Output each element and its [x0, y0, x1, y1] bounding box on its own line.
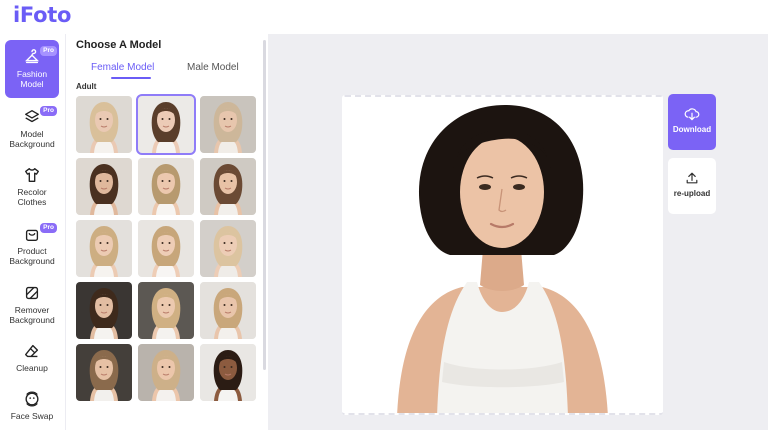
pro-badge: Pro [40, 223, 57, 233]
panel-scrollbar[interactable] [263, 40, 266, 370]
hanger-icon [23, 48, 41, 66]
model-thumbnail[interactable] [76, 158, 132, 215]
remove-bg-icon [23, 284, 41, 302]
section-label-adult: Adult [76, 82, 97, 91]
reupload-button[interactable]: re-upload [668, 158, 716, 214]
tool-label: Face Swap [10, 411, 54, 421]
tool-cleanup[interactable]: Cleanup [5, 334, 59, 388]
download-label: Download [672, 125, 712, 134]
model-thumbnail[interactable] [136, 94, 196, 155]
model-thumbnail[interactable] [76, 96, 132, 153]
active-tab-underline [111, 77, 151, 79]
tool-face-swap[interactable]: Face Swap [5, 382, 59, 436]
model-thumbnail[interactable] [76, 220, 132, 277]
tool-label: Fashion [16, 69, 48, 79]
reupload-label: re-upload [673, 189, 711, 198]
tab-male-model[interactable]: Male Model [187, 62, 239, 73]
model-thumbnail[interactable] [200, 344, 256, 401]
tool-label: Background [9, 315, 55, 325]
tool-label: Cleanup [16, 363, 48, 373]
upload-icon [684, 170, 700, 186]
canvas-area: Download re-upload [268, 34, 768, 430]
tool-label: Model [20, 129, 44, 139]
model-thumbnail[interactable] [138, 282, 194, 339]
model-panel: Choose A Model Female Model Male Model A… [66, 34, 268, 430]
tool-label: Product [17, 246, 47, 256]
model-thumbnail[interactable] [138, 158, 194, 215]
tool-remover-background[interactable]: Remover Background [5, 276, 59, 330]
app-header: iFoto [0, 0, 768, 34]
layers-icon [23, 108, 41, 126]
bag-icon [23, 225, 41, 243]
app-logo[interactable]: iFoto [13, 3, 71, 27]
tool-fashion-model[interactable]: Pro Fashion Model [5, 40, 59, 98]
tshirt-icon [23, 166, 41, 184]
model-thumbnail[interactable] [200, 282, 256, 339]
model-thumbnail[interactable] [138, 344, 194, 401]
tool-label: Background [9, 139, 55, 149]
tool-label: Recolor [17, 187, 47, 197]
tool-sidebar: Pro Fashion Model Pro Model Background R… [0, 34, 66, 430]
cloud-download-icon [684, 106, 700, 122]
tab-female-model[interactable]: Female Model [91, 62, 154, 73]
tool-label: Model [20, 79, 44, 89]
tool-label: Background [9, 256, 55, 266]
face-swap-icon [23, 390, 41, 408]
pro-badge: Pro [40, 46, 57, 56]
tool-recolor-clothes[interactable]: Recolor Clothes [5, 158, 59, 212]
model-thumbnail[interactable] [138, 220, 194, 277]
model-thumbnail[interactable] [200, 96, 256, 153]
tool-model-background[interactable]: Pro Model Background [5, 100, 59, 154]
tool-label: Clothes [17, 197, 47, 207]
eraser-icon [23, 342, 41, 360]
panel-title: Choose A Model [76, 39, 162, 51]
tool-label: Remover [14, 305, 50, 315]
model-thumbnail[interactable] [76, 282, 132, 339]
download-button[interactable]: Download [668, 94, 716, 150]
tool-product-background[interactable]: Pro Product Background [5, 217, 59, 271]
model-thumbnail[interactable] [200, 220, 256, 277]
pro-badge: Pro [40, 106, 57, 116]
model-thumbnail[interactable] [76, 344, 132, 401]
generated-model-image [342, 95, 663, 415]
model-thumbnail[interactable] [200, 158, 256, 215]
